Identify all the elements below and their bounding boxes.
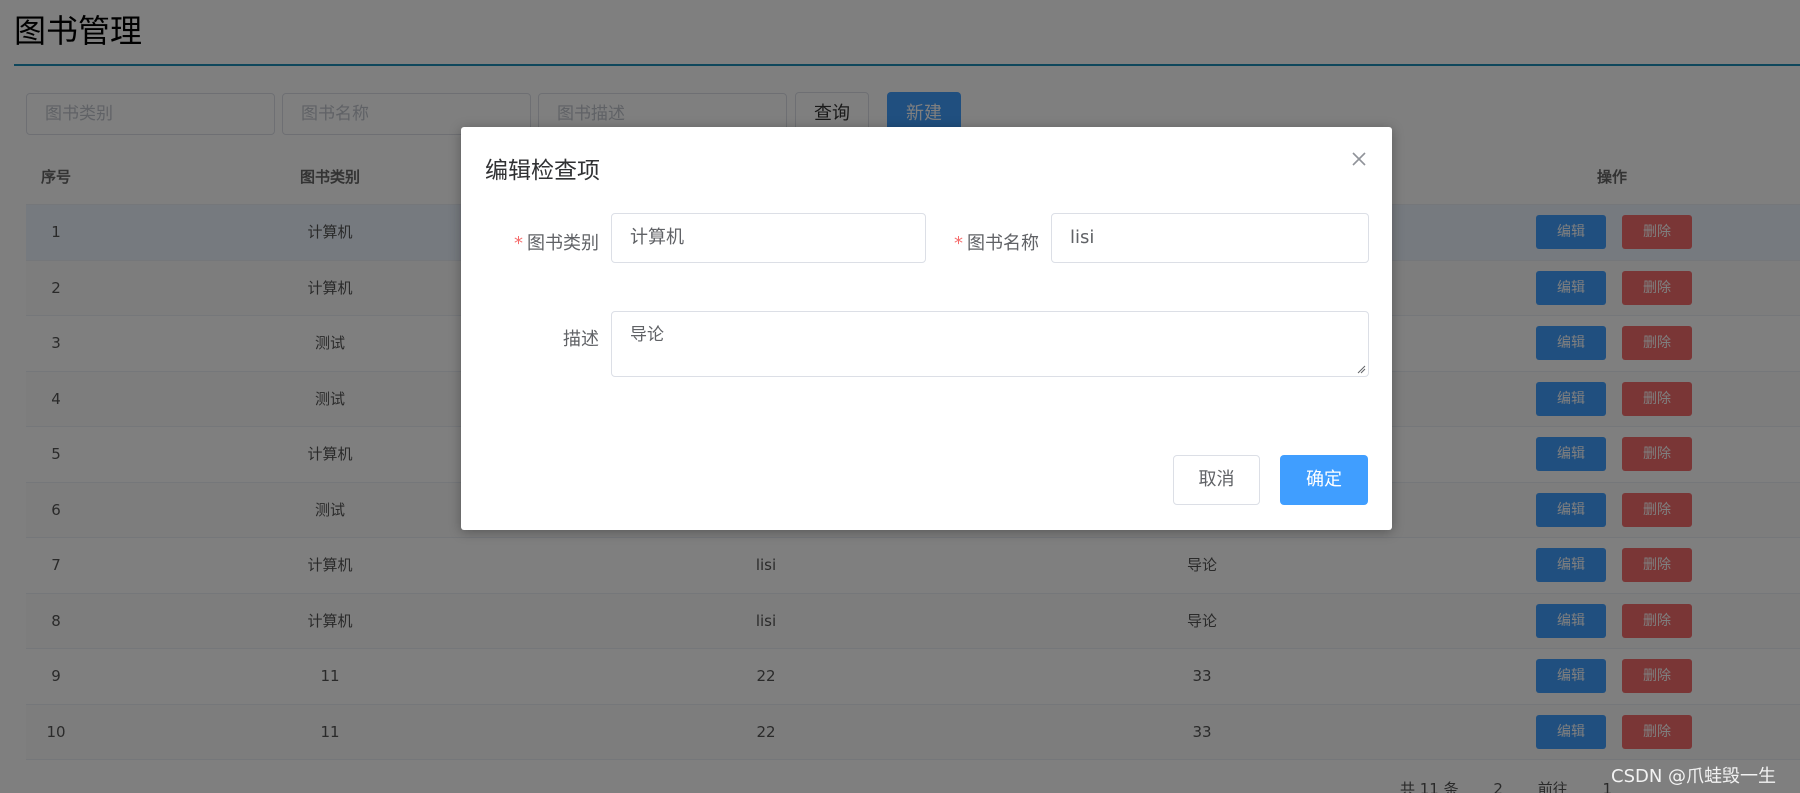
- required-asterisk: *: [514, 233, 523, 254]
- category-label-text: 图书类别: [527, 233, 599, 254]
- name-label-text: 图书名称: [967, 233, 1039, 254]
- cancel-button[interactable]: 取消: [1173, 455, 1260, 505]
- name-field[interactable]: lisi: [1051, 213, 1369, 263]
- category-form-label: * 图书类别: [501, 229, 599, 255]
- name-form-label: * 图书名称: [941, 229, 1039, 255]
- resize-grip-icon[interactable]: [1356, 364, 1366, 374]
- edit-dialog: 编辑检查项 * 图书类别 计算机 * 图书名称 lisi 描述 导论 取消 确定: [461, 127, 1392, 530]
- desc-textarea-value: 导论: [630, 325, 664, 345]
- desc-textarea[interactable]: 导论: [611, 311, 1369, 377]
- dialog-title: 编辑检查项: [485, 158, 600, 184]
- watermark: CSDN @爪蛙毁一生: [1611, 766, 1777, 787]
- category-field[interactable]: 计算机: [611, 213, 926, 263]
- required-asterisk: *: [954, 233, 963, 254]
- close-icon[interactable]: [1349, 149, 1369, 169]
- confirm-button[interactable]: 确定: [1280, 455, 1368, 505]
- desc-form-label: 描述: [563, 329, 599, 350]
